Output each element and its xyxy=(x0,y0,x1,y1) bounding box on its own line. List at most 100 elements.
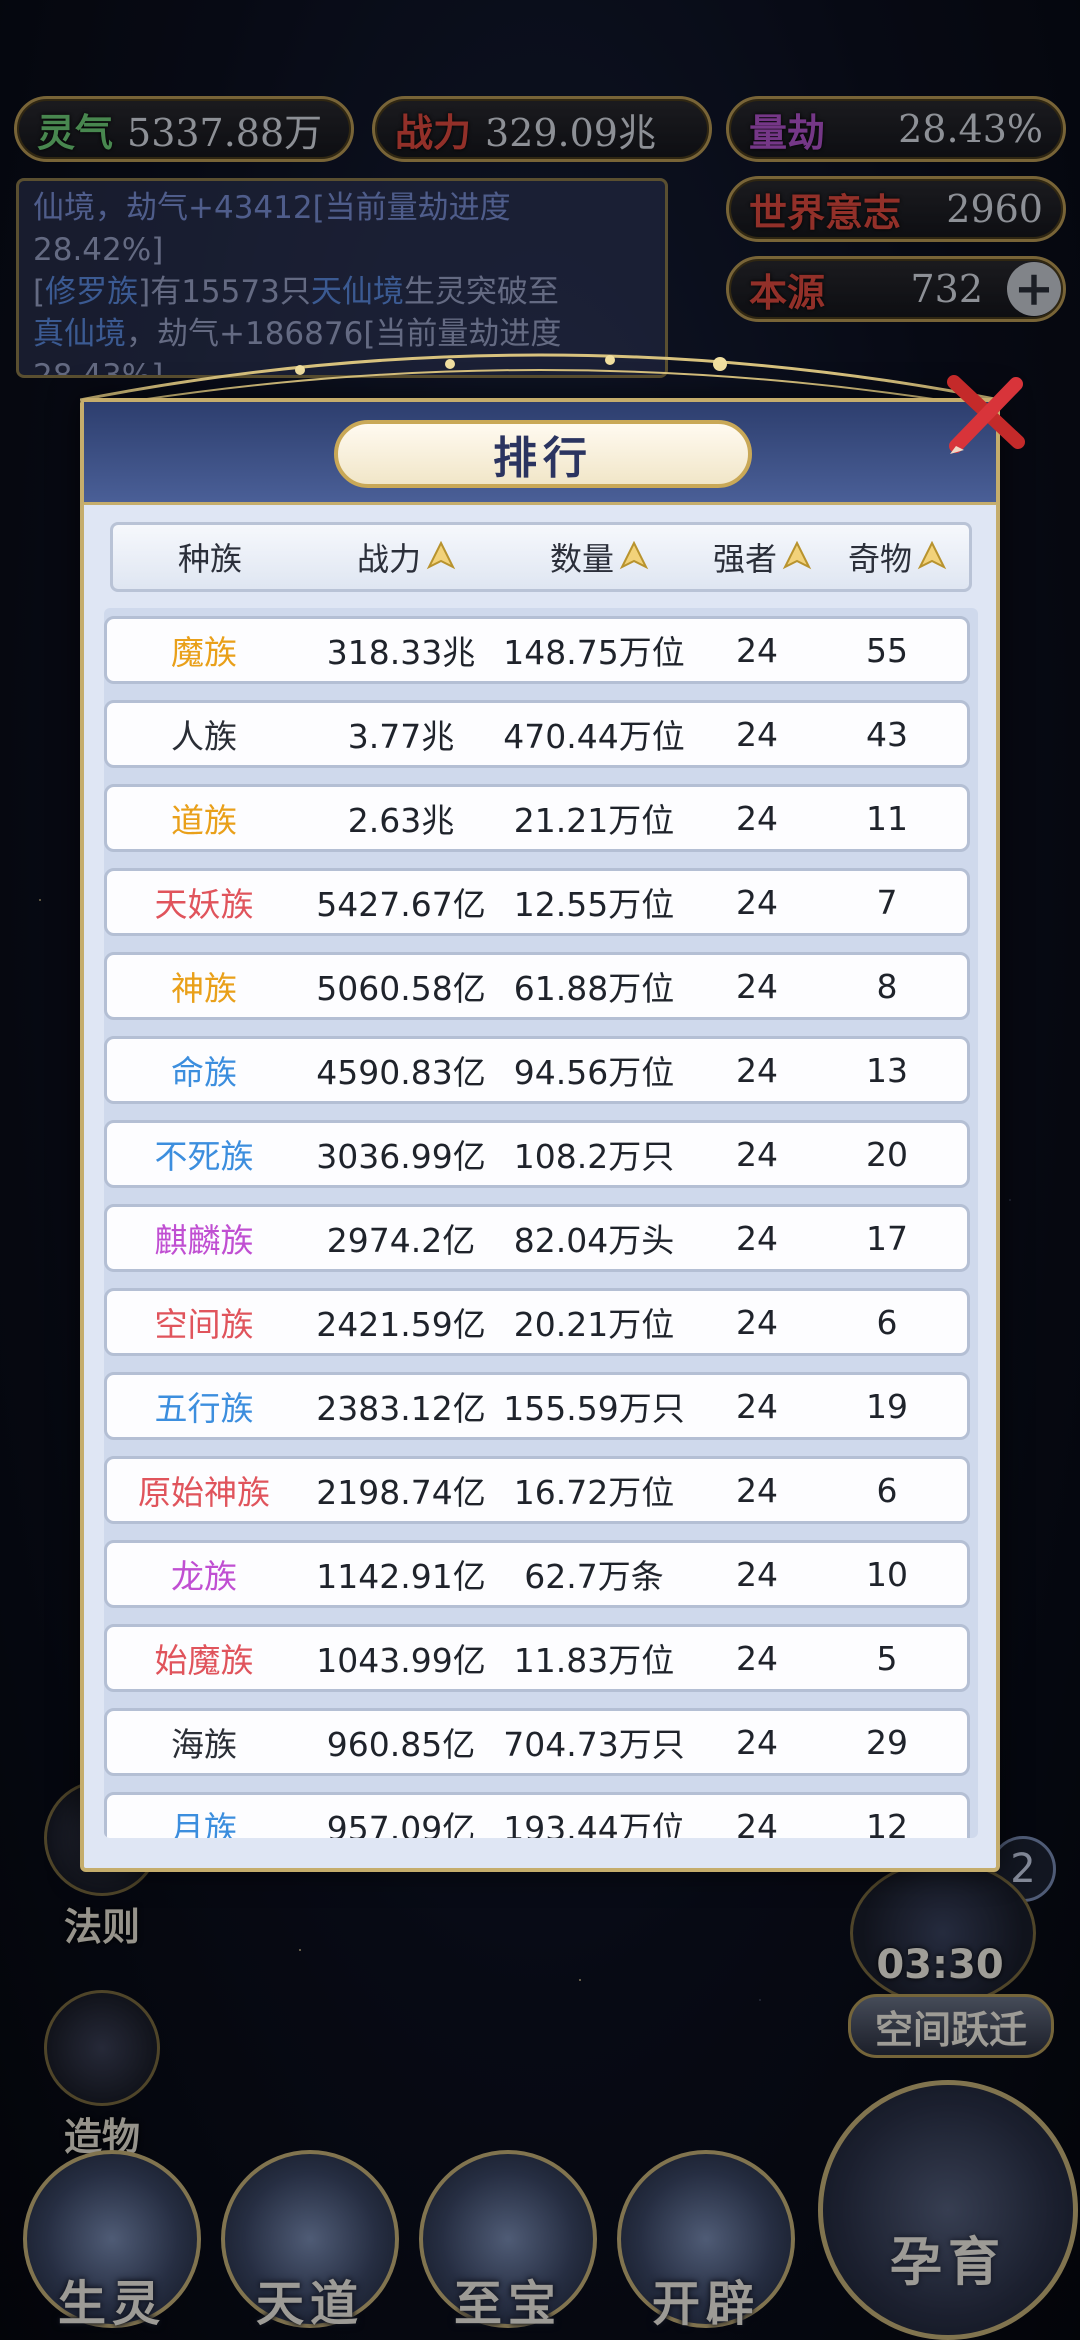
race-treasure: 13 xyxy=(866,1050,908,1090)
race-power: 318.33兆 xyxy=(326,633,476,672)
race-treasure: 43 xyxy=(866,714,908,754)
race-power: 1043.99亿 xyxy=(316,1641,486,1680)
ranking-list[interactable]: 魔族 318.33兆 148.75万位 24 55 人族 3.77兆 470.4… xyxy=(104,608,978,1838)
race-name: 海族 xyxy=(171,1725,237,1764)
race-treasure: 29 xyxy=(866,1722,908,1762)
race-power: 5427.67亿 xyxy=(316,885,486,924)
race-count: 20.21万位 xyxy=(513,1305,675,1344)
race-strong: 24 xyxy=(736,1806,778,1839)
race-count: 62.7万条 xyxy=(524,1557,664,1596)
header-strong-sort[interactable]: 强者 xyxy=(693,534,833,580)
race-power: 3.77兆 xyxy=(347,717,455,756)
race-count: 193.44万位 xyxy=(503,1809,685,1838)
table-row[interactable]: 不死族 3036.99亿 108.2万只 24 20 xyxy=(104,1120,970,1188)
race-name: 道族 xyxy=(171,801,237,840)
race-strong: 24 xyxy=(736,1050,778,1090)
race-name: 月族 xyxy=(171,1809,237,1838)
race-strong: 24 xyxy=(736,798,778,838)
race-strong: 24 xyxy=(736,1302,778,1342)
race-count: 108.2万只 xyxy=(513,1137,675,1176)
race-power: 2383.12亿 xyxy=(316,1389,486,1428)
table-row[interactable]: 神族 5060.58亿 61.88万位 24 8 xyxy=(104,952,970,1020)
race-strong: 24 xyxy=(736,882,778,922)
race-treasure: 6 xyxy=(876,1302,898,1342)
race-treasure: 11 xyxy=(866,798,908,838)
race-treasure: 19 xyxy=(866,1386,908,1426)
race-treasure: 7 xyxy=(876,882,898,922)
race-name: 原始神族 xyxy=(138,1473,270,1512)
race-power: 5060.58亿 xyxy=(316,969,486,1008)
race-name: 空间族 xyxy=(154,1305,254,1344)
race-count: 94.56万位 xyxy=(513,1053,675,1092)
ranking-modal: 排行 种族 战力 数量 强者 奇物 魔族 318.33兆 148.75万位 24… xyxy=(80,398,1000,1872)
race-treasure: 12 xyxy=(866,1806,908,1839)
table-row[interactable]: 原始神族 2198.74亿 16.72万位 24 6 xyxy=(104,1456,970,1524)
race-strong: 24 xyxy=(736,1638,778,1678)
header-count-sort[interactable]: 数量 xyxy=(507,534,693,580)
table-row[interactable]: 龙族 1142.91亿 62.7万条 24 10 xyxy=(104,1540,970,1608)
header-power-sort[interactable]: 战力 xyxy=(307,534,507,580)
header-power-label: 战力 xyxy=(356,540,421,578)
table-row[interactable]: 空间族 2421.59亿 20.21万位 24 6 xyxy=(104,1288,970,1356)
race-power: 2.63兆 xyxy=(347,801,455,840)
race-strong: 24 xyxy=(736,1722,778,1762)
race-power: 2974.2亿 xyxy=(326,1221,476,1260)
race-power: 2421.59亿 xyxy=(316,1305,486,1344)
table-row[interactable]: 五行族 2383.12亿 155.59万只 24 19 xyxy=(104,1372,970,1440)
race-treasure: 20 xyxy=(866,1134,908,1174)
race-strong: 24 xyxy=(736,714,778,754)
race-strong: 24 xyxy=(736,1554,778,1594)
sort-arrow-icon xyxy=(782,541,812,570)
table-row[interactable]: 人族 3.77兆 470.44万位 24 43 xyxy=(104,700,970,768)
table-row[interactable]: 始魔族 1043.99亿 11.83万位 24 5 xyxy=(104,1624,970,1692)
table-row[interactable]: 月族 957.09亿 193.44万位 24 12 xyxy=(104,1792,970,1838)
race-name: 人族 xyxy=(171,717,237,756)
header-race-label: 种族 xyxy=(177,540,242,578)
column-header-bar: 种族 战力 数量 强者 奇物 xyxy=(110,522,972,592)
race-treasure: 10 xyxy=(866,1554,908,1594)
race-name: 不死族 xyxy=(154,1137,254,1176)
race-strong: 24 xyxy=(736,966,778,1006)
race-power: 1142.91亿 xyxy=(316,1557,486,1596)
race-count: 155.59万只 xyxy=(503,1389,685,1428)
race-name: 始魔族 xyxy=(154,1641,254,1680)
race-power: 957.09亿 xyxy=(326,1809,476,1838)
header-race: 种族 xyxy=(113,534,307,580)
header-strong-label: 强者 xyxy=(712,540,777,578)
race-strong: 24 xyxy=(736,1134,778,1174)
table-row[interactable]: 麒麟族 2974.2亿 82.04万头 24 17 xyxy=(104,1204,970,1272)
race-treasure: 6 xyxy=(876,1470,898,1510)
race-treasure: 55 xyxy=(866,630,908,670)
close-button[interactable] xyxy=(940,370,1030,460)
race-strong: 24 xyxy=(736,1386,778,1426)
header-treasure-label: 奇物 xyxy=(847,540,912,578)
race-count: 470.44万位 xyxy=(503,717,685,756)
race-name: 命族 xyxy=(171,1053,237,1092)
race-treasure: 17 xyxy=(866,1218,908,1258)
race-count: 12.55万位 xyxy=(513,885,675,924)
race-strong: 24 xyxy=(736,1470,778,1510)
race-name: 五行族 xyxy=(154,1389,254,1428)
header-treasure-sort[interactable]: 奇物 xyxy=(833,534,963,580)
race-strong: 24 xyxy=(736,630,778,670)
race-name: 神族 xyxy=(171,969,237,1008)
table-row[interactable]: 魔族 318.33兆 148.75万位 24 55 xyxy=(104,616,970,684)
race-power: 3036.99亿 xyxy=(316,1137,486,1176)
race-strong: 24 xyxy=(736,1218,778,1258)
modal-title: 排行 xyxy=(334,420,752,488)
close-icon xyxy=(947,375,1025,454)
race-power: 4590.83亿 xyxy=(316,1053,486,1092)
sort-arrow-icon xyxy=(426,541,456,570)
race-count: 148.75万位 xyxy=(503,633,685,672)
race-name: 魔族 xyxy=(171,633,237,672)
race-count: 21.21万位 xyxy=(513,801,675,840)
race-power: 2198.74亿 xyxy=(316,1473,486,1512)
race-name: 天妖族 xyxy=(154,885,254,924)
race-count: 16.72万位 xyxy=(513,1473,675,1512)
table-row[interactable]: 道族 2.63兆 21.21万位 24 11 xyxy=(104,784,970,852)
table-row[interactable]: 天妖族 5427.67亿 12.55万位 24 7 xyxy=(104,868,970,936)
race-name: 麒麟族 xyxy=(154,1221,254,1260)
table-row[interactable]: 海族 960.85亿 704.73万只 24 29 xyxy=(104,1708,970,1776)
modal-header: 排行 xyxy=(84,402,996,505)
table-row[interactable]: 命族 4590.83亿 94.56万位 24 13 xyxy=(104,1036,970,1104)
